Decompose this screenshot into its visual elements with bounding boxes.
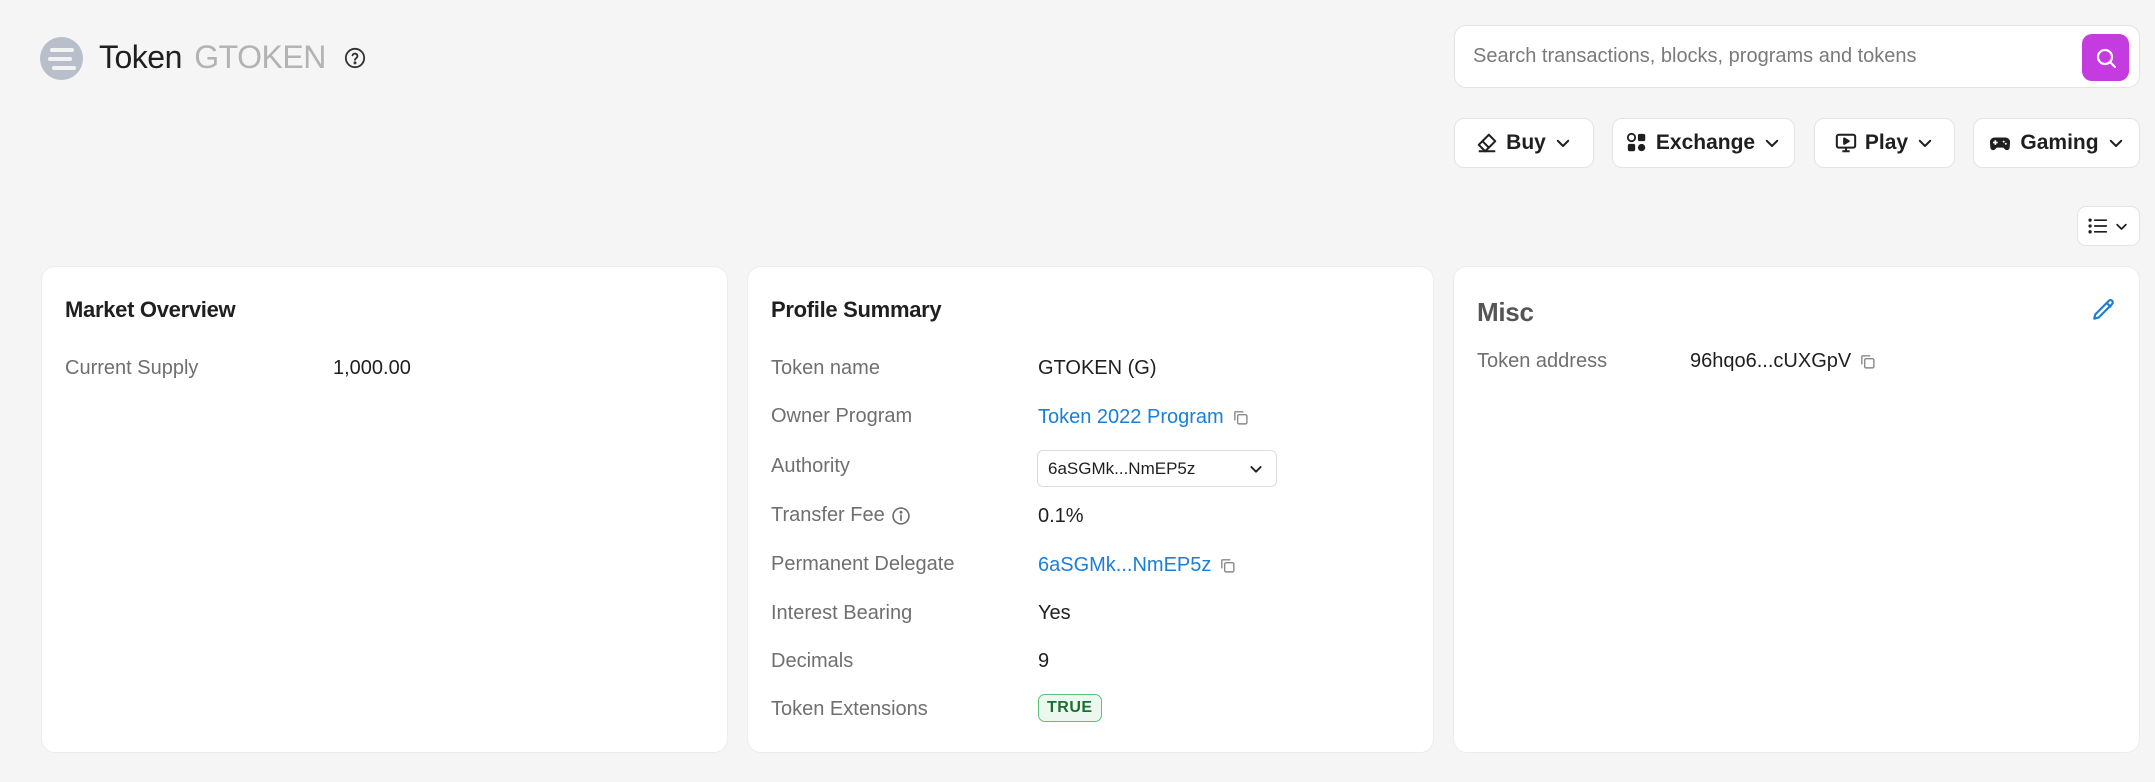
search-input[interactable] [1473,26,2063,87]
gamepad-icon [1990,137,2011,151]
token-extensions-value: TRUE [1038,694,1102,722]
owner-program-label: Owner Program [771,405,913,427]
solana-logo-icon[interactable] [40,37,83,80]
copy-icon[interactable] [1232,409,1249,426]
buy-label: Buy [1506,131,1546,154]
search-button[interactable] [2082,34,2129,81]
play-menu-button[interactable]: Play [1814,118,1955,168]
token-name-value: GTOKEN (G) [1038,357,1157,379]
search-icon [2096,48,2116,68]
info-circle-icon[interactable] [891,506,911,526]
authority-select[interactable]: 6aSGMk...NmEP5z [1037,450,1277,487]
profile-summary-title: Profile Summary [771,297,942,322]
token-address-row: 96hqo6...cUXGpV [1690,350,1876,373]
search-bar [1454,25,2140,88]
decimals-label: Decimals [771,650,854,672]
chevron-down-icon [1556,139,1570,147]
exchange-menu-button[interactable]: Exchange [1612,118,1795,168]
token-extensions-label: Token Extensions [771,698,928,720]
permanent-delegate-row: 6aSGMk...NmEP5z [1038,554,1236,577]
transfer-fee-label: Transfer Fee [771,504,885,526]
interest-bearing-label: Interest Bearing [771,602,913,624]
decimals-value: 9 [1038,650,1050,672]
market-overview-title: Market Overview [65,297,236,322]
copy-icon[interactable] [1859,353,1876,370]
misc-title: Misc [1477,297,1534,327]
token-address-value: 96hqo6...cUXGpV [1690,350,1852,372]
owner-program-link[interactable]: Token 2022 Program [1038,406,1224,429]
chevron-down-icon [2116,223,2127,230]
status-badge: TRUE [1038,694,1102,722]
gaming-menu-button[interactable]: Gaming [1973,118,2140,168]
transfer-fee-label-row: Transfer Fee [771,504,911,527]
chevron-down-icon [1250,465,1262,473]
owner-program-row: Token 2022 Program [1038,406,1249,429]
permanent-delegate-link[interactable]: 6aSGMk...NmEP5z [1038,554,1211,577]
authority-select-value: 6aSGMk...NmEP5z [1048,458,1196,478]
interest-bearing-value: Yes [1038,602,1071,624]
list-icon [2088,218,2108,234]
permanent-delegate-label: Permanent Delegate [771,553,955,575]
page-title-symbol: GTOKEN [194,39,326,75]
market-overview-card: Market Overview Current Supply 1,000.00 [41,266,728,753]
current-supply-value: 1,000.00 [333,357,411,379]
question-circle-icon[interactable] [344,47,366,69]
exchange-label: Exchange [1655,131,1756,154]
page-title-main: Token [99,39,182,75]
chevron-down-icon [1765,139,1779,147]
pencil-icon[interactable] [2091,297,2117,323]
monitor-play-icon [1835,133,1857,153]
buy-menu-button[interactable]: Buy [1454,118,1594,168]
card-icon [1477,133,1497,153]
page-title: Token GTOKEN [99,39,326,76]
chevron-down-icon [1918,139,1932,147]
gaming-label: Gaming [2020,131,2099,154]
token-name-label: Token name [771,357,880,379]
current-supply-label: Current Supply [65,357,199,379]
play-label: Play [1864,131,1909,154]
chevron-down-icon [2109,139,2122,147]
token-address-label: Token address [1477,350,1608,372]
layout-toggle-button[interactable] [2077,206,2140,246]
profile-summary-card: Profile Summary Token name GTOKEN (G) Ow… [747,266,1434,753]
copy-icon[interactable] [1219,557,1236,574]
misc-card: Misc Token address 96hqo6...cUXGpV [1453,266,2140,753]
transfer-fee-value: 0.1% [1038,505,1084,527]
authority-label: Authority [771,455,850,477]
exchange-icon [1626,132,1646,152]
